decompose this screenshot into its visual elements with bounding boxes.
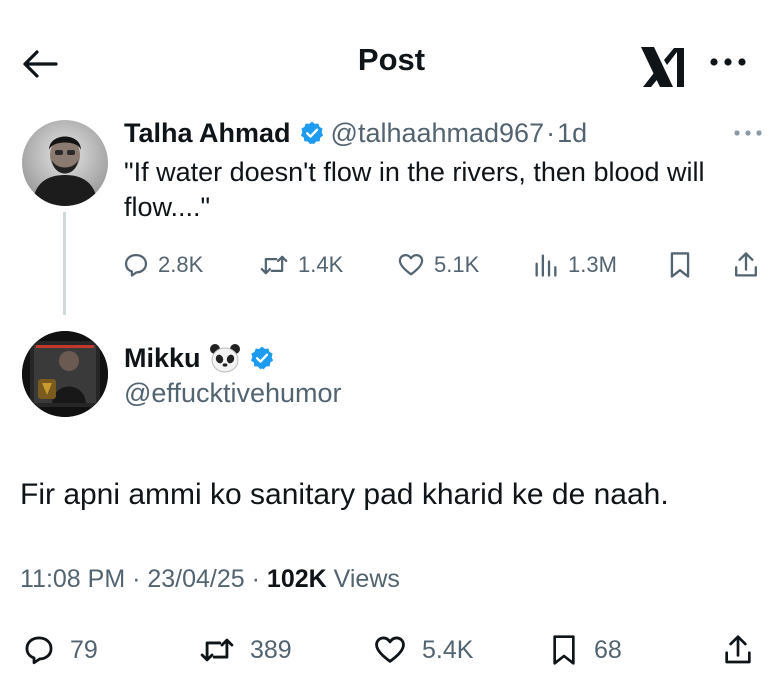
more-horizontal-icon xyxy=(734,130,762,136)
separator-dot: · xyxy=(244,565,267,593)
like-count: 5.1K xyxy=(434,252,480,277)
post-meta: 11:08 PM · 23/04/25 · 102K Views xyxy=(20,565,400,594)
repost-button[interactable]: 1.4K xyxy=(258,248,343,282)
author-handle[interactable]: @talhaahmad967 xyxy=(331,118,545,149)
x-logo-icon[interactable] xyxy=(638,44,688,90)
separator-dot: · xyxy=(125,565,148,593)
bookmark-icon xyxy=(670,252,690,278)
avatar[interactable] xyxy=(22,331,108,417)
avatar[interactable] xyxy=(22,120,108,206)
views-label: Views xyxy=(326,565,400,593)
post-text: Fir apni ammi ko sanitary pad kharid ke … xyxy=(20,478,669,511)
reply-button[interactable]: 2.8K xyxy=(122,248,203,282)
reply-icon xyxy=(25,636,53,665)
author-row: Talha Ahmad @talhaahmad967 · 1d xyxy=(124,116,587,150)
repost-count: 1.4K xyxy=(298,252,344,277)
reply-button[interactable]: 79 xyxy=(22,630,98,670)
post-time[interactable]: 1d xyxy=(557,118,587,149)
views-button[interactable]: 1.3M xyxy=(532,248,617,282)
like-count: 5.4K xyxy=(422,635,474,664)
repost-button[interactable]: 389 xyxy=(198,630,292,670)
reply-icon xyxy=(124,253,148,277)
bookmark-icon xyxy=(553,635,575,665)
author-row: Mikku 🐼 xyxy=(124,340,281,376)
more-options-button[interactable] xyxy=(706,48,750,76)
heart-icon xyxy=(375,636,405,663)
bookmark-button[interactable]: 68 xyxy=(548,630,622,670)
reply-count: 79 xyxy=(70,635,98,664)
thread-line xyxy=(63,212,66,315)
more-horizontal-icon xyxy=(710,58,746,66)
post-text: "If water doesn't flow in the rivers, th… xyxy=(124,157,705,222)
post-more-button[interactable] xyxy=(728,120,768,146)
share-button[interactable] xyxy=(722,630,768,670)
analytics-icon xyxy=(535,254,557,277)
share-icon xyxy=(725,635,751,664)
bookmark-button[interactable] xyxy=(666,248,702,282)
share-button[interactable] xyxy=(732,248,768,282)
bookmark-count: 68 xyxy=(594,635,622,664)
views-count: 102K xyxy=(266,565,327,593)
verified-badge-icon xyxy=(300,121,323,145)
repost-count: 389 xyxy=(250,635,292,664)
share-icon xyxy=(735,252,757,277)
verified-badge-icon xyxy=(250,346,273,370)
like-button[interactable]: 5.1K xyxy=(396,248,479,282)
author-name[interactable]: Talha Ahmad xyxy=(124,118,291,149)
author-name[interactable]: Mikku xyxy=(124,343,201,374)
repost-icon xyxy=(200,638,234,662)
post-time[interactable]: 11:08 PM xyxy=(20,565,125,593)
reply-count: 2.8K xyxy=(158,252,204,277)
panda-icon xyxy=(209,344,240,373)
repost-icon xyxy=(260,255,288,275)
like-button[interactable]: 5.4K xyxy=(372,630,473,670)
views-count: 1.3M xyxy=(568,252,617,277)
author-handle[interactable]: @effucktivehumor xyxy=(124,378,342,409)
post-date[interactable]: 23/04/25 xyxy=(147,565,244,593)
heart-icon xyxy=(398,253,424,276)
separator-dot: · xyxy=(546,117,556,148)
